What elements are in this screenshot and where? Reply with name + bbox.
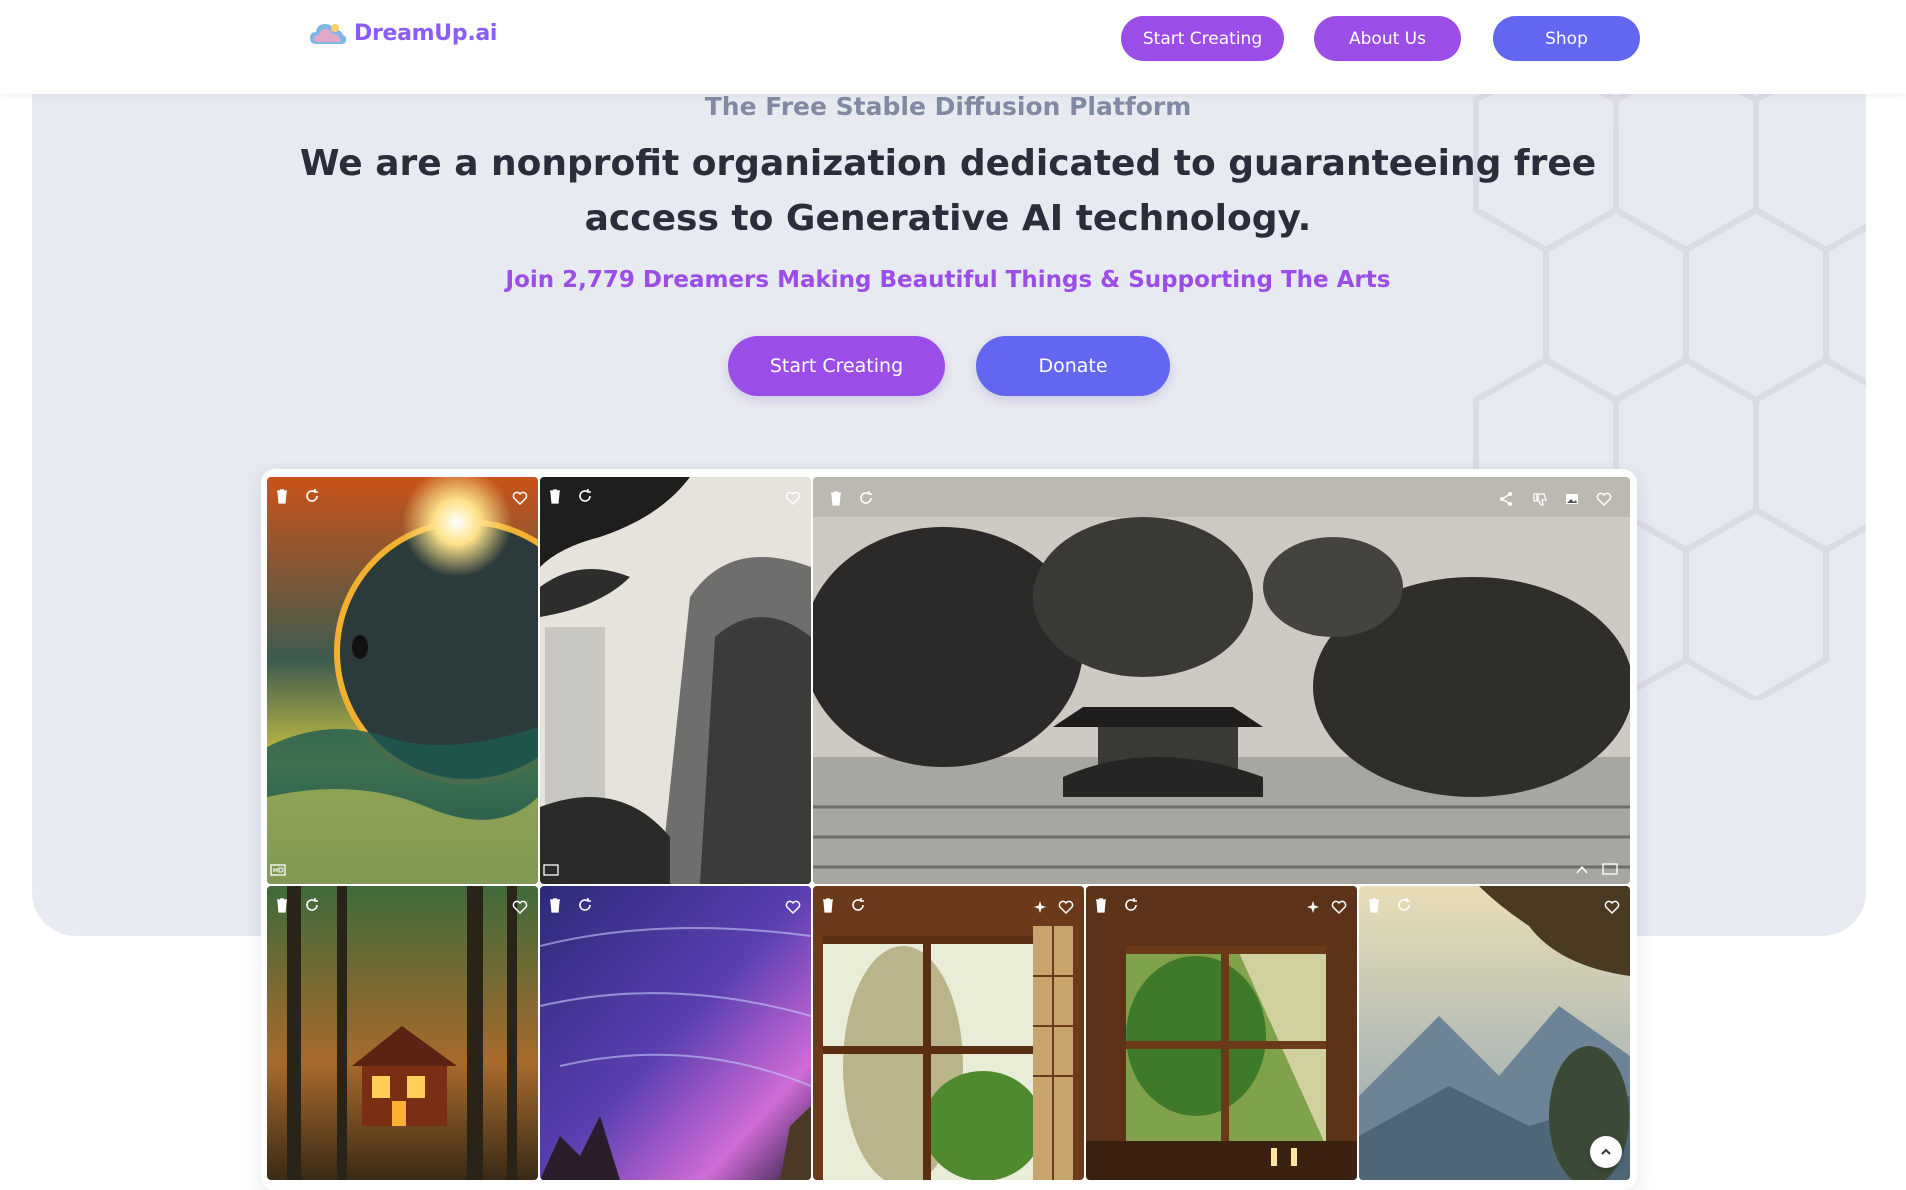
heart-icon[interactable] [1057, 898, 1075, 916]
heart-icon[interactable] [1603, 898, 1621, 916]
regenerate-icon[interactable] [1122, 896, 1140, 914]
hero-headline: We are a nonprofit organization dedicate… [299, 143, 1597, 239]
hd-badge-icon [542, 861, 560, 879]
logo-text: DreamUp.ai [354, 20, 498, 46]
heart-icon[interactable] [1595, 490, 1613, 508]
heart-icon[interactable] [784, 898, 802, 916]
regenerate-icon[interactable] [576, 896, 594, 914]
chevron-up-icon [1601, 1148, 1611, 1155]
image-gallery [261, 469, 1637, 1190]
trash-icon[interactable] [1092, 896, 1110, 914]
window-tree-artwork [813, 886, 1084, 1180]
gallery-image-eclipse[interactable] [267, 477, 538, 884]
trash-icon[interactable] [273, 896, 291, 914]
regenerate-icon[interactable] [576, 487, 594, 505]
regenerate-icon[interactable] [303, 896, 321, 914]
hazy-mountains-artwork [1359, 886, 1630, 1180]
heart-icon[interactable] [1330, 898, 1348, 916]
regenerate-icon[interactable] [857, 489, 875, 507]
forest-cabin-artwork [267, 886, 538, 1180]
logo[interactable]: DreamUp.ai [308, 18, 497, 48]
site-header: DreamUp.ai Start Creating About Us Shop [0, 0, 1906, 94]
dislike-icon[interactable] [1531, 490, 1549, 508]
trash-icon[interactable] [1365, 896, 1383, 914]
nav-about-us-button[interactable]: About Us [1314, 16, 1461, 61]
trash-icon[interactable] [819, 896, 837, 914]
nav-start-creating-button[interactable]: Start Creating [1121, 16, 1284, 61]
sparkle-icon[interactable] [1304, 898, 1322, 916]
trash-icon[interactable] [827, 489, 845, 507]
scroll-to-top-button[interactable] [1590, 1136, 1622, 1168]
hero-subtitle: The Free Stable Diffusion Platform [704, 92, 1192, 121]
sparkle-icon[interactable] [1031, 898, 1049, 916]
share-icon[interactable] [1497, 490, 1515, 508]
trash-icon[interactable] [546, 487, 564, 505]
trash-icon[interactable] [273, 487, 291, 505]
donate-button[interactable]: Donate [976, 336, 1170, 396]
hd-badge-icon [269, 861, 287, 879]
regenerate-icon[interactable] [1395, 896, 1413, 914]
gallery-image-purple-galaxy[interactable] [540, 886, 811, 1180]
gallery-image-forest-cabin[interactable] [267, 886, 538, 1180]
gallery-image-hazy-mountains[interactable] [1359, 886, 1630, 1180]
ink-pagoda-artwork [813, 477, 1630, 884]
gallery-image-window-tree[interactable] [813, 886, 1084, 1180]
gallery-image-ink-pagoda[interactable] [813, 477, 1630, 884]
cloud-logo-icon [310, 24, 347, 44]
gallery-image-sunlit-window[interactable] [1086, 886, 1357, 1180]
gallery-image-ink-waterfall[interactable] [540, 477, 811, 884]
expand-icon[interactable] [1573, 860, 1591, 878]
nav-shop-button[interactable]: Shop [1493, 16, 1640, 61]
regenerate-icon[interactable] [303, 487, 321, 505]
hero-tagline: Join 2,779 Dreamers Making Beautiful Thi… [505, 267, 1391, 293]
regenerate-icon[interactable] [849, 896, 867, 914]
hd-badge-icon [1601, 860, 1619, 878]
ink-waterfall-artwork [540, 477, 811, 884]
sunlit-window-artwork [1086, 886, 1357, 1180]
heart-icon[interactable] [511, 489, 529, 507]
trash-icon[interactable] [546, 896, 564, 914]
heart-icon[interactable] [511, 898, 529, 916]
start-creating-button[interactable]: Start Creating [728, 336, 945, 396]
eclipse-artwork [267, 477, 538, 884]
heart-icon[interactable] [784, 489, 802, 507]
image-icon[interactable] [1563, 490, 1581, 508]
purple-galaxy-artwork [540, 886, 811, 1180]
